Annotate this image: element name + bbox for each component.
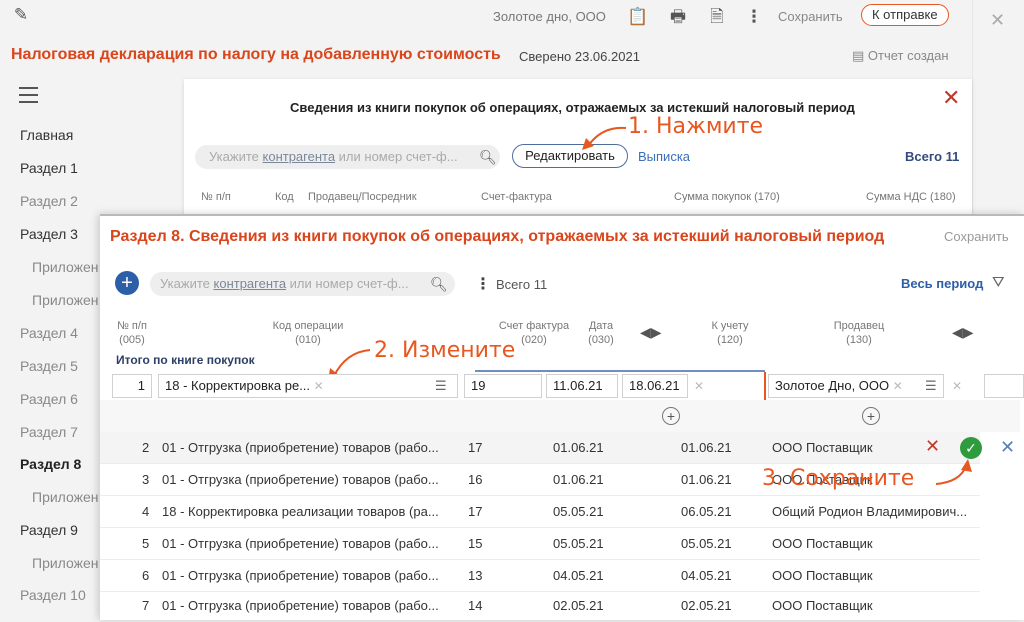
sidebar-item-section-2[interactable]: Раздел 2 — [20, 193, 78, 209]
column-header: Сумма НДС (180) — [866, 191, 956, 203]
card-title: Сведения из книги покупок об операциях, … — [290, 100, 855, 115]
column-header-accounting: К учету (120) — [711, 320, 749, 346]
sidebar-item-section-4[interactable]: Раздел 4 — [20, 325, 78, 341]
column-header: Сумма покупок (170) — [674, 191, 780, 203]
company-name: Золотое дно, ООО — [493, 9, 606, 24]
list-icon[interactable]: ☰ — [435, 375, 447, 397]
accounting-date-field[interactable]: 18.06.21 — [622, 374, 688, 398]
more-options-icon[interactable]: ⋮ — [475, 274, 491, 294]
sidebar-item-section-8[interactable]: Раздел 8 — [20, 456, 81, 472]
sidebar-item-section-1[interactable]: Раздел 1 — [20, 160, 78, 176]
report-status[interactable]: ▤ Отчет создан — [852, 48, 949, 64]
column-header: Продавец/Посредник — [308, 191, 417, 203]
sidebar-item-section-7[interactable]: Раздел 7 — [20, 424, 78, 440]
panel-total-count: Всего 11 — [496, 277, 548, 292]
clear-icon[interactable]: ✕ — [694, 379, 704, 393]
sidebar-item-section-9[interactable]: Раздел 9 — [20, 522, 78, 538]
book-total-label: Итого по книге покупок — [116, 353, 255, 367]
verified-status: Сверено 23.06.2021 — [519, 49, 640, 64]
annotation-arrow — [582, 126, 627, 150]
edit-cursor-indicator — [764, 372, 766, 402]
column-header-date: Дата (030) — [588, 320, 614, 346]
card-search-input[interactable]: Укажите контрагента или номер счет-ф... … — [195, 145, 500, 169]
sidebar-item-main[interactable]: Главная — [20, 127, 73, 143]
add-icon[interactable]: + — [115, 271, 139, 295]
card-total-count: Всего 11 — [905, 149, 960, 164]
sidebar-item-section-3[interactable]: Раздел 3 — [20, 226, 78, 242]
report-icon: ▤ — [852, 48, 868, 63]
edit-note-icon[interactable]: ✎ — [10, 4, 32, 26]
send-button[interactable]: К отправке — [861, 4, 949, 26]
table-row[interactable]: 5 01 - Отгрузка (приобретение) товаров (… — [100, 528, 980, 560]
add-item-icon[interactable]: + — [662, 407, 680, 425]
printer-icon[interactable]: 🖶 — [667, 6, 689, 28]
seller-field[interactable]: Золотое Дно, ООО ✕ ☰ — [768, 374, 944, 398]
hamburger-menu-icon[interactable] — [19, 87, 38, 108]
page-title: Налоговая декларация по налогу на добавл… — [11, 46, 501, 63]
sidebar-item-section-6[interactable]: Раздел 6 — [20, 391, 78, 407]
opcode-field[interactable]: 18 - Корректировка ре... ✕ ☰ — [158, 374, 458, 398]
table-row[interactable]: 6 01 - Отгрузка (приобретение) товаров (… — [100, 560, 980, 592]
sidebar-item-appendix[interactable]: Приложен — [32, 555, 99, 571]
column-resize-icon[interactable]: ◀▶ — [952, 324, 974, 341]
sidebar-item-section-5[interactable]: Раздел 5 — [20, 358, 78, 374]
save-button-top[interactable]: Сохранить — [778, 9, 843, 24]
clear-icon[interactable]: ✕ — [952, 379, 962, 393]
panel-save-button[interactable]: Сохранить — [944, 229, 1009, 244]
close-icon[interactable]: ✕ — [990, 10, 1005, 31]
list-icon[interactable]: ☰ — [925, 375, 937, 397]
add-item-icon[interactable]: + — [862, 407, 880, 425]
table-row[interactable]: 7 01 - Отгрузка (приобретение) товаров (… — [100, 590, 980, 622]
column-header: № п/п — [201, 191, 231, 203]
document-icon[interactable]: 🗎 — [706, 6, 728, 28]
column-header: Код — [275, 191, 294, 203]
clipboard-check-icon[interactable]: 📋 — [627, 6, 649, 28]
filter-icon[interactable]: ⛛ — [992, 274, 1005, 291]
clear-icon[interactable]: ✕ — [893, 379, 903, 393]
extract-link[interactable]: Выписка — [638, 149, 690, 164]
sidebar-item-appendix[interactable]: Приложен — [32, 259, 99, 275]
next-field[interactable] — [984, 374, 1024, 398]
annotation-step-1: 1. Нажмите — [628, 114, 764, 139]
column-header: Счет-фактура — [481, 191, 552, 203]
active-column-indicator — [475, 370, 765, 372]
period-selector[interactable]: Весь период — [901, 276, 983, 291]
table-row[interactable]: 2 01 - Отгрузка (приобретение) товаров (… — [100, 432, 980, 464]
search-icon[interactable]: 🔍︎ — [430, 272, 448, 296]
annotation-step-2: 2. Измените — [374, 338, 516, 363]
annotation-arrow — [935, 459, 972, 485]
table-row[interactable]: 4 18 - Корректировка реализации товаров … — [100, 496, 980, 528]
sidebar-item-appendix[interactable]: Приложен — [32, 489, 99, 505]
card-close-icon[interactable]: ✕ — [942, 85, 960, 111]
more-menu-icon[interactable]: ⋮ — [743, 6, 765, 28]
invoice-field[interactable]: 19 — [464, 374, 542, 398]
clear-icon[interactable]: ✕ — [314, 379, 324, 393]
column-header-num: № п/п (005) — [117, 320, 147, 346]
close-row-icon[interactable]: ✕ — [1000, 437, 1015, 458]
row-num-field[interactable]: 1 — [112, 374, 152, 398]
panel-title: Раздел 8. Сведения из книги покупок об о… — [110, 228, 885, 245]
annotation-step-3: 3. Сохраните — [762, 466, 915, 491]
column-resize-icon[interactable]: ◀▶ — [640, 324, 662, 341]
date-field[interactable]: 11.06.21 — [546, 374, 618, 398]
sidebar-item-section-10[interactable]: Раздел 10 — [20, 587, 86, 603]
cancel-edit-icon[interactable]: ✕ — [925, 436, 940, 457]
add-row-strip — [100, 400, 1020, 432]
counterparty-link[interactable]: контрагента — [214, 276, 287, 291]
search-icon[interactable]: 🔍︎ — [479, 145, 497, 169]
panel-search-input[interactable]: Укажите контрагента или номер счет-ф... … — [150, 272, 455, 296]
column-header-seller: Продавец (130) — [833, 320, 885, 346]
counterparty-link[interactable]: контрагента — [263, 149, 336, 164]
sidebar-item-appendix[interactable]: Приложен — [32, 292, 99, 308]
